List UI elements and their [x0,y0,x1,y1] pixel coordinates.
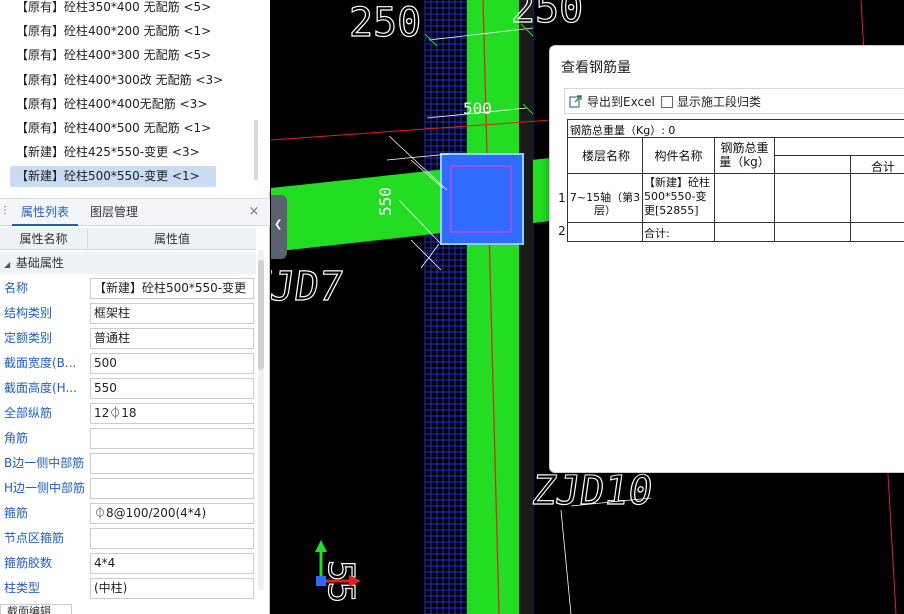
property-value-field[interactable]: 【新建】砼柱500*550-变更 [90,278,254,299]
property-table-header: 属性名称 属性值 [0,228,256,250]
row1-component-name: 【新建】砼柱500*550-变更[52855] [644,176,710,217]
panel-tab-bar: ⋮ 属性列表 图层管理 × [0,198,270,226]
property-value-field[interactable] [90,453,254,474]
export-excel-button[interactable]: 导出到Excel [569,93,655,111]
property-row: 名称 【新建】砼柱500*550-变更 [0,276,256,301]
left-panel: 【原有】砼柱350*400 无配筋 <5> 【原有】砼柱400*200 无配筋 <… [0,0,270,614]
property-group-basic[interactable]: ◢ 基础属性 [0,252,256,274]
label-zjd7: ZJD7 [271,264,346,310]
property-row: 截面高度(H... 550 [0,376,256,401]
property-value-field[interactable] [90,478,254,499]
column-header-total-weight: 钢筋总重量（kg） [719,141,770,169]
column-header-floor: 楼层名称 [581,149,630,163]
component-list-item[interactable]: 【新建】砼柱500*550-变更 <1> [10,166,216,188]
property-name: H边一侧中部筋 [4,481,86,495]
stage-group-label: 显示施工段归类 [677,95,762,109]
property-group-label: 基础属性 [15,256,64,270]
section-edit-button[interactable]: 截面编辑 [0,604,72,614]
property-row: B边一侧中部筋 [0,451,256,476]
property-row: 角筋 [0,426,256,451]
dialog-title: 查看钢筋量 [561,60,631,76]
column-header-component: 构件名称 [654,149,703,163]
property-name: 名称 [4,281,29,295]
property-value-field[interactable]: 500 [90,353,254,374]
dialog-toolbar: 导出到Excel 显示施工段归类 [564,88,904,114]
total-weight-label: 钢筋总重量（Kg）: 0 [570,124,676,137]
property-name: 定额类别 [4,331,53,345]
property-value-field[interactable]: 4*4 [90,553,254,574]
tab-layers[interactable]: 图层管理 [84,199,144,226]
export-icon [569,95,582,108]
property-row: 柱类型 (中柱) [0,576,256,601]
property-value-field[interactable] [90,428,254,449]
property-row: 定额类别 普通柱 [0,326,256,351]
chevron-left-icon: ❮ [274,219,283,230]
property-name: 箍筋 [4,506,29,520]
property-scroll-thumb[interactable] [258,260,264,370]
component-list-item[interactable]: 【新建】砼柱425*550-变更 <3> [10,142,216,163]
export-excel-label: 导出到Excel [587,95,655,109]
property-value-field[interactable]: 框架柱 [90,303,254,324]
property-name: 柱类型 [4,581,41,595]
property-row: H边一侧中部筋 [0,476,256,501]
component-list-item[interactable]: 【原有】砼柱350*400 无配筋 <5> [10,0,216,18]
dim-250-right: 250 [511,0,583,32]
property-row: 箍筋胶数 4*4 [0,551,256,576]
row-number-2: 2 [558,224,566,238]
checkbox-box[interactable] [661,96,673,108]
label-zjd10: ZJD10 [529,468,656,514]
property-row: 箍筋 ⏀8@100/200(4*4) [0,501,256,526]
dim-250-left: 250 [349,0,421,46]
property-row: 节点区箍筋 [0,526,256,551]
vertical-beam[interactable] [467,0,519,614]
property-row: 截面宽度(B... 500 [0,351,256,376]
component-list-item[interactable]: 【原有】砼柱400*300 无配筋 <5> [10,45,216,66]
beam-shadow [519,0,533,614]
column-header-value: 属性值 [153,232,190,246]
panel-collapse-handle[interactable]: ❮ [271,195,287,259]
property-value-field[interactable]: 550 [90,378,254,399]
stage-group-checkbox[interactable]: 显示施工段归类 [661,93,761,111]
row2-total-label: 合计: [644,227,670,240]
property-name: 角筋 [4,431,29,445]
row1-floor-name: 7~15轴（第3层） [569,191,641,217]
drag-grip-icon[interactable]: ⋮ [0,205,10,219]
property-row: 结构类别 框架柱 [0,301,256,326]
property-name: 箍筋胶数 [4,556,53,570]
column-header-name: 属性名称 [0,228,88,250]
component-list-item[interactable]: 【原有】砼柱400*500 无配筋 <1> [10,118,216,139]
property-value-field[interactable] [90,528,254,549]
component-list-item[interactable]: 【原有】砼柱400*300改 无配筋 <3> [10,70,223,91]
property-value-field[interactable]: (中柱) [90,578,254,599]
collapse-triangle-icon[interactable]: ◢ [4,254,12,276]
row-number-1: 1 [558,191,566,205]
component-list: 【原有】砼柱350*400 无配筋 <5> 【原有】砼柱400*200 无配筋 <… [0,0,270,192]
property-value-field[interactable]: 普通柱 [90,328,254,349]
property-name: 截面高度(H... [4,381,77,395]
property-value-field[interactable]: ⏀8@100/200(4*4) [90,503,254,524]
close-icon[interactable]: × [246,203,262,221]
component-list-item[interactable]: 【原有】砼柱400*200 无配筋 <1> [10,21,216,42]
property-name: B边一侧中部筋 [4,456,85,470]
property-name: 节点区箍筋 [4,531,65,545]
column-header-sum: 合计 [870,160,895,174]
list-scrollbar[interactable] [254,120,258,180]
tab-properties[interactable]: 属性列表 [12,199,78,226]
rebar-quantity-dialog: 查看钢筋量 导出到Excel 显示施工段归类 钢筋总重量（Kg）: 0 楼层名称… [549,45,904,473]
rebar-table: 钢筋总重量（Kg）: 0 楼层名称 构件名称 钢筋总重量（kg） 合计 1 2 … [558,119,904,315]
property-name: 结构类别 [4,306,53,320]
property-name: 全部纵筋 [4,406,53,420]
property-name: 截面宽度(B... [4,356,77,370]
property-value-field[interactable]: 12⏀18 [90,403,254,424]
component-list-item[interactable]: 【原有】砼柱400*400无配筋 <3> [10,94,216,115]
dim-500: 500 [463,99,492,118]
dim-550: 550 [376,187,395,216]
property-row: 全部纵筋 12⏀18 [0,401,256,426]
